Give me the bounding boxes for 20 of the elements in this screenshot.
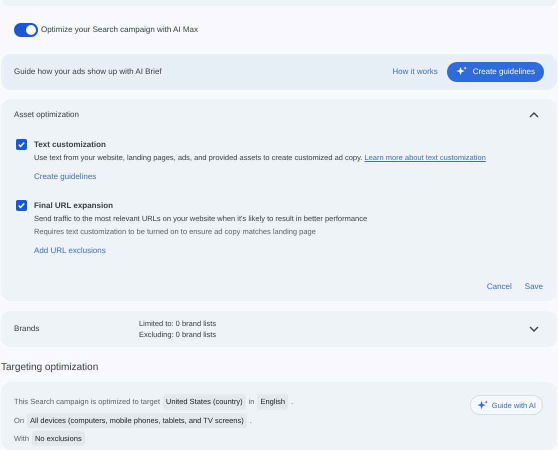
sparkle-icon: [476, 400, 488, 411]
option-title: Final URL expansion: [34, 200, 114, 211]
create-guidelines-button[interactable]: Create guidelines: [446, 62, 544, 82]
panel-title: Asset optimization: [14, 108, 79, 121]
option-link[interactable]: Add URL exclusions: [34, 244, 106, 257]
section-heading: Targeting optimization: [1, 361, 100, 376]
option-title: Text customization: [34, 138, 107, 150]
option-link[interactable]: Create guidelines: [34, 170, 96, 183]
chevron-down-icon[interactable]: [529, 326, 539, 332]
sparkle-icon: [456, 66, 467, 78]
toggle-label: Optimize your Search campaign with AI Max: [41, 24, 198, 36]
action-button[interactable]: Save: [524, 280, 543, 293]
how-it-works-link[interactable]: How it works: [392, 66, 438, 78]
toggle-switch[interactable]: [14, 22, 38, 37]
panel-title: Brands: [14, 322, 40, 335]
checkbox[interactable]: [16, 138, 27, 150]
action-button[interactable]: Cancel: [486, 280, 512, 293]
chevron-up-icon[interactable]: [529, 112, 539, 118]
banner-text: Guide how your ads show up with AI Brief: [14, 66, 163, 78]
checkbox[interactable]: [16, 200, 27, 211]
